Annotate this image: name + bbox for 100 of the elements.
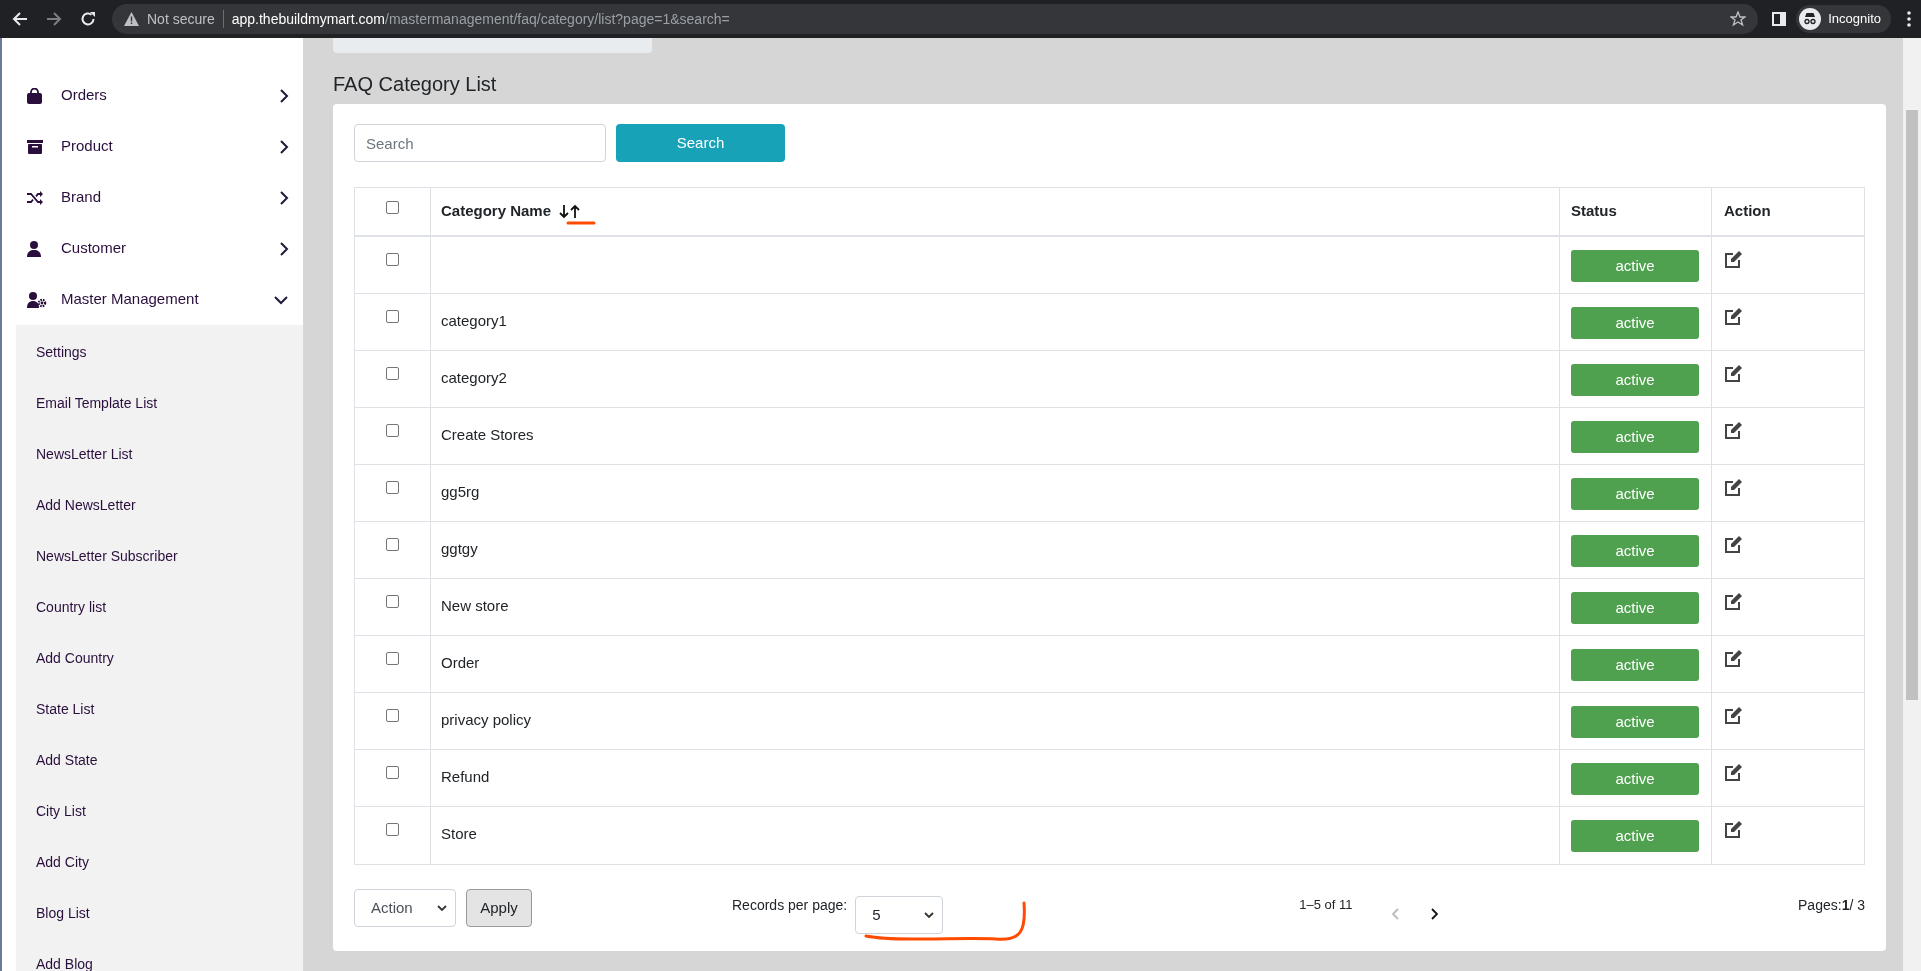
status-badge: active [1571, 592, 1699, 624]
status-badge: active [1571, 478, 1699, 510]
chevron-right-icon [279, 189, 289, 206]
column-header[interactable]: Category Name [441, 200, 552, 223]
checkbox[interactable] [386, 424, 399, 437]
star-icon[interactable] [1730, 11, 1747, 27]
profile-chip[interactable]: Incognito [1796, 5, 1891, 33]
submenu-item[interactable]: Settings [16, 327, 303, 378]
column-header: Status [1571, 201, 1617, 222]
page-title: FAQ Category List [333, 72, 498, 97]
checkbox[interactable] [386, 538, 399, 551]
shuffle-icon [27, 190, 43, 205]
records-label: Records per page: [732, 895, 848, 915]
edit-icon[interactable] [1724, 650, 1743, 668]
edit-icon[interactable] [1724, 308, 1743, 326]
incognito-icon [1799, 8, 1822, 30]
user-icon [27, 240, 41, 257]
submenu-item[interactable]: Add State [16, 735, 303, 786]
sidebar-item[interactable]: Brand [2, 172, 303, 223]
chevron-down-icon [273, 294, 289, 305]
shopping-bag-icon [27, 87, 42, 104]
sort-arrows-icon[interactable] [559, 204, 582, 219]
apply-button[interactable]: Apply [466, 889, 532, 927]
edit-icon[interactable] [1724, 821, 1743, 839]
page-indicator: Pages:1/ 3 [1798, 895, 1865, 915]
status-badge: active [1571, 706, 1699, 738]
back-arrow-icon[interactable] [12, 11, 28, 27]
edit-icon[interactable] [1724, 422, 1743, 440]
category-name: privacy policy [441, 711, 532, 728]
edit-icon[interactable] [1724, 593, 1743, 611]
status-badge: active [1571, 421, 1699, 453]
checkbox[interactable] [386, 253, 399, 266]
category-name: Create Stores [441, 426, 534, 443]
warning-icon [124, 12, 139, 26]
status-badge: active [1571, 763, 1699, 795]
sidebar-item[interactable]: Customer [2, 223, 303, 274]
checkbox[interactable] [386, 481, 399, 494]
sidebar-item[interactable]: Product [2, 121, 303, 172]
sidebar-item[interactable]: Orders [2, 70, 303, 121]
submenu-item[interactable]: Email Template List [16, 378, 303, 429]
edit-icon[interactable] [1724, 251, 1743, 269]
side-panel-icon[interactable] [1772, 12, 1787, 26]
submenu-item[interactable]: NewsLetter Subscriber [16, 531, 303, 582]
category-name: ggtgy [441, 540, 478, 557]
submenu-item[interactable]: Add Blog [16, 939, 303, 971]
edit-icon[interactable] [1724, 536, 1743, 554]
checkbox[interactable] [386, 201, 399, 214]
column-header: Action [1724, 201, 1771, 222]
search-field[interactable]: Search [354, 124, 606, 162]
action-select[interactable]: Action [354, 889, 456, 927]
edit-icon[interactable] [1724, 479, 1743, 497]
reload-icon[interactable] [80, 11, 96, 27]
checkbox[interactable] [386, 766, 399, 779]
submenu-item[interactable]: NewsLetter List [16, 429, 303, 480]
category-name: Store [441, 825, 477, 842]
archive-box-icon [27, 139, 43, 154]
page-range: 1–5 of 11 [1299, 896, 1353, 915]
checkbox[interactable] [386, 310, 399, 323]
submenu-item[interactable]: Add Country [16, 633, 303, 684]
checkbox[interactable] [386, 367, 399, 380]
security-label: Not secure [147, 9, 215, 29]
submenu-item[interactable]: City List [16, 786, 303, 837]
category-name: Refund [441, 768, 490, 785]
address-bar[interactable]: Not secure app.thebuildmymart.com/mastermanagement/faq/category/list?page=1&search= [112, 4, 1759, 34]
status-badge: active [1571, 250, 1699, 282]
submenu-item[interactable]: Add City [16, 837, 303, 888]
status-badge: active [1571, 820, 1699, 852]
status-badge: active [1571, 307, 1699, 339]
status-badge: active [1571, 649, 1699, 681]
category-name: New store [441, 597, 509, 614]
sidebar-item[interactable]: Master Management [2, 274, 303, 325]
checkbox[interactable] [386, 709, 399, 722]
category-name: Order [441, 654, 480, 671]
user-gear-icon [27, 291, 47, 308]
edit-icon[interactable] [1724, 764, 1743, 782]
caret-icon [924, 912, 935, 918]
checkbox[interactable] [386, 823, 399, 836]
records-per-page-select[interactable]: 5 [855, 896, 944, 934]
caret-icon [437, 905, 447, 911]
edit-icon[interactable] [1724, 365, 1743, 383]
chevron-right-icon [279, 240, 289, 257]
category-name: gg5rg [441, 483, 480, 500]
checkbox[interactable] [386, 595, 399, 608]
forward-arrow-icon[interactable] [46, 11, 62, 27]
submenu-item[interactable]: Blog List [16, 888, 303, 939]
category-name: category1 [441, 312, 507, 329]
status-badge: active [1571, 364, 1699, 396]
status-badge: active [1571, 535, 1699, 567]
more-menu-icon[interactable] [1907, 11, 1911, 27]
submenu-item[interactable]: Country list [16, 582, 303, 633]
chevron-right-icon [279, 87, 289, 104]
url-text: app.thebuildmymart.com/mastermanagement/faq/category/list?page=1&search= [231, 9, 730, 29]
next-page-icon[interactable] [1430, 908, 1439, 920]
checkbox[interactable] [386, 652, 399, 665]
submenu-item[interactable]: Add NewsLetter [16, 480, 303, 531]
edit-icon[interactable] [1724, 707, 1743, 725]
submenu-item[interactable]: State List [16, 684, 303, 735]
annotation-underline [566, 219, 596, 227]
chevron-right-icon [279, 138, 289, 155]
category-name: category2 [441, 369, 507, 386]
